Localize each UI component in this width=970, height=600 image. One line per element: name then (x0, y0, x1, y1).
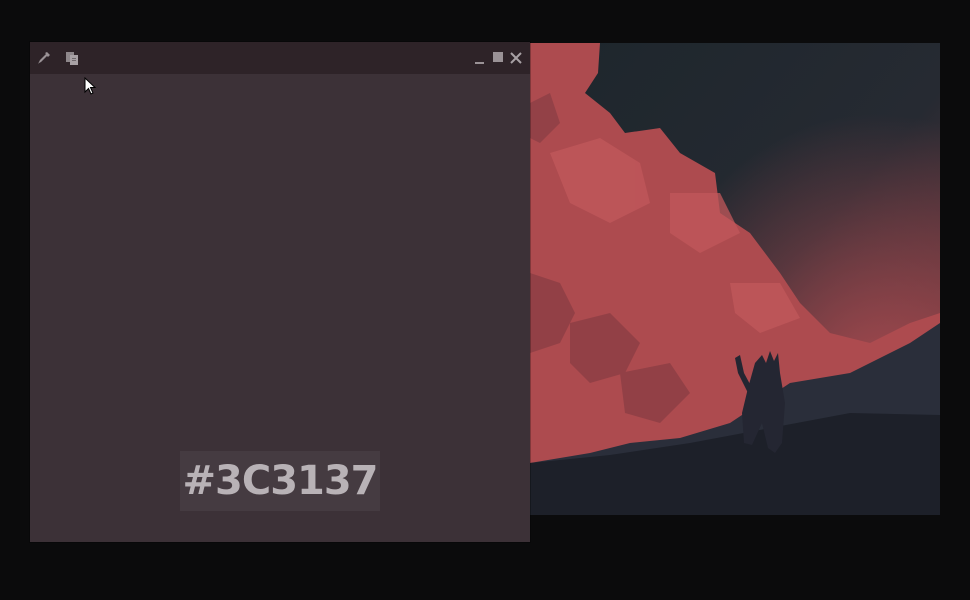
desktop: #3C3137 (0, 0, 970, 600)
minimize-icon[interactable] (472, 50, 488, 66)
color-picker-window: #3C3137 (30, 42, 530, 542)
close-icon[interactable] (508, 50, 524, 66)
eyedropper-icon[interactable] (36, 50, 52, 66)
hex-value-label[interactable]: #3C3137 (180, 451, 380, 511)
title-bar[interactable] (30, 42, 530, 74)
maximize-icon[interactable] (490, 50, 506, 66)
artwork-image (530, 43, 940, 515)
copy-icon[interactable] (64, 50, 80, 66)
background-artwork (530, 43, 940, 515)
